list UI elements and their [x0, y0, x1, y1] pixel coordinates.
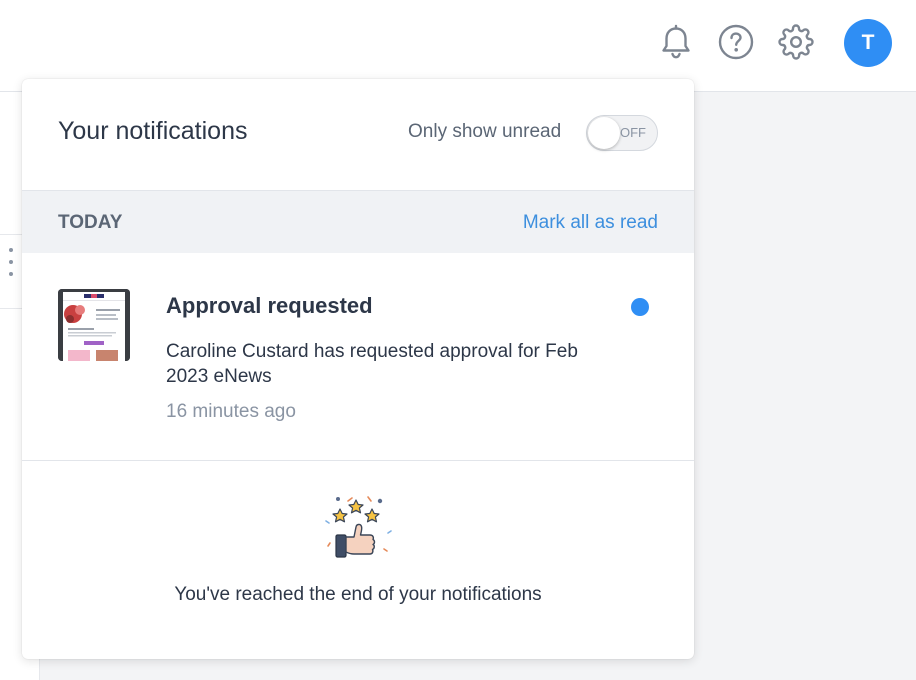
- notification-title: Approval requested: [166, 293, 373, 318]
- mark-all-read-link[interactable]: Mark all as read: [523, 212, 658, 234]
- section-header-today: TODAY Mark all as read: [22, 191, 694, 253]
- toggle-knob: [588, 117, 620, 149]
- bell-icon: [662, 24, 690, 59]
- section-label: TODAY: [58, 212, 123, 233]
- notification-body: Caroline Custard has requested approval …: [166, 341, 578, 387]
- email-thumbnail: [58, 289, 130, 361]
- more-options-icon: [6, 248, 16, 276]
- help-icon: [718, 24, 754, 60]
- unread-filter-label: Only show unread: [408, 121, 562, 142]
- unread-indicator[interactable]: [631, 298, 649, 316]
- notification-time: 16 minutes ago: [166, 401, 296, 422]
- settings-button[interactable]: [776, 22, 816, 62]
- panel-header: Your notifications Only show unread OFF: [22, 79, 694, 191]
- help-button[interactable]: [716, 22, 756, 62]
- thumbs-up-stars-icon: [325, 496, 392, 558]
- gear-icon: [778, 24, 814, 60]
- user-avatar[interactable]: T: [844, 19, 892, 67]
- panel-title: Your notifications: [58, 117, 248, 145]
- notification-item[interactable]: Approval requested Caroline Custard has …: [22, 253, 694, 461]
- end-of-notifications-message: You've reached the end of your notificat…: [174, 584, 542, 605]
- notifications-panel: Your notifications Only show unread OFF …: [22, 79, 694, 659]
- email-preview-image: [58, 289, 130, 361]
- unread-toggle[interactable]: OFF: [586, 115, 658, 151]
- toggle-state: OFF: [620, 125, 646, 140]
- notifications-button[interactable]: [656, 22, 696, 62]
